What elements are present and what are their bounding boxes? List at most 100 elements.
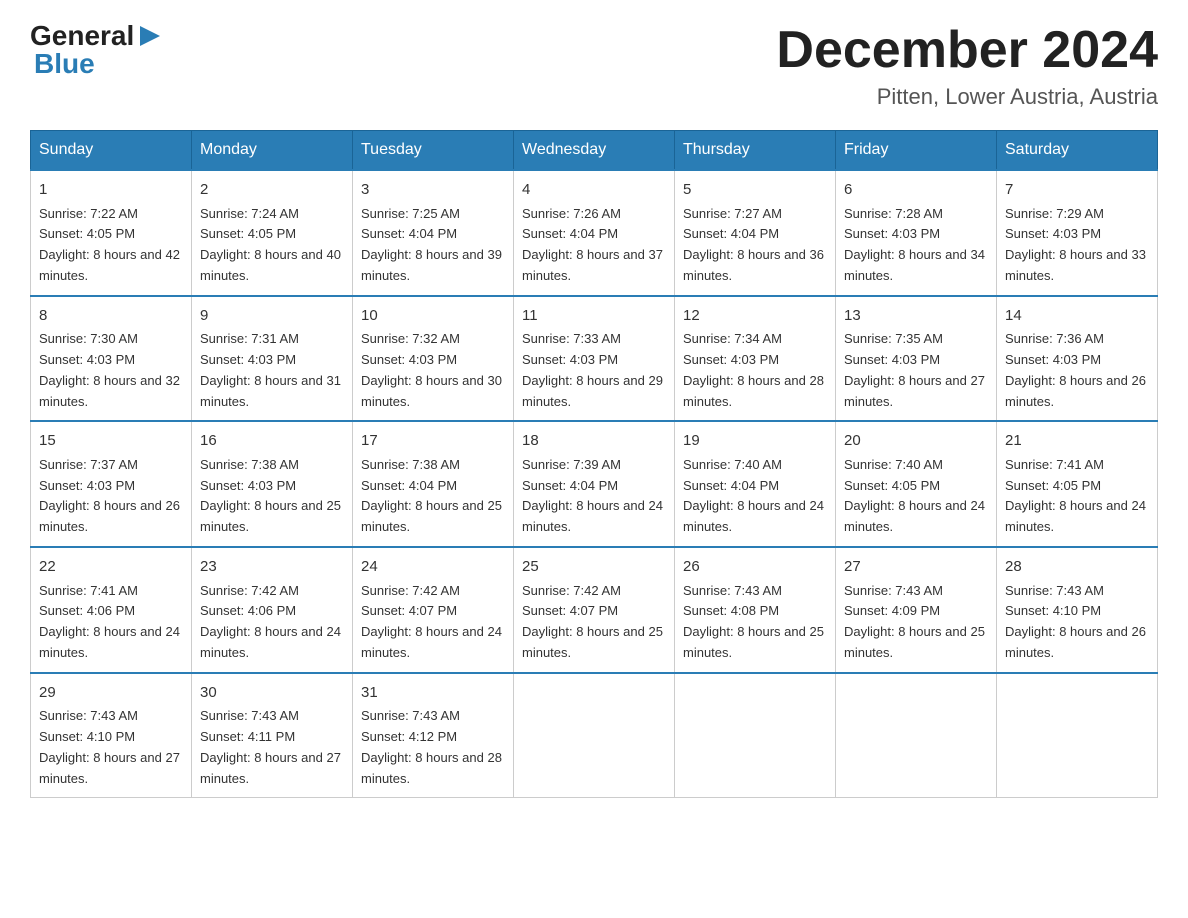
- calendar-cell: 17 Sunrise: 7:38 AM Sunset: 4:04 PM Dayl…: [353, 421, 514, 547]
- sunrise-label: Sunrise: 7:42 AM: [200, 583, 299, 598]
- day-number: 27: [844, 556, 988, 579]
- day-info: Sunrise: 7:29 AM Sunset: 4:03 PM Dayligh…: [1005, 204, 1149, 287]
- daylight-label: Daylight: 8 hours and 25 minutes.: [844, 624, 985, 660]
- day-info: Sunrise: 7:38 AM Sunset: 4:04 PM Dayligh…: [361, 455, 505, 538]
- sunset-label: Sunset: 4:07 PM: [522, 603, 618, 618]
- sunset-label: Sunset: 4:03 PM: [39, 352, 135, 367]
- calendar-cell: 26 Sunrise: 7:43 AM Sunset: 4:08 PM Dayl…: [675, 547, 836, 673]
- calendar-cell: 4 Sunrise: 7:26 AM Sunset: 4:04 PM Dayli…: [514, 170, 675, 296]
- sunset-label: Sunset: 4:08 PM: [683, 603, 779, 618]
- calendar-cell: 8 Sunrise: 7:30 AM Sunset: 4:03 PM Dayli…: [31, 296, 192, 422]
- sunrise-label: Sunrise: 7:22 AM: [39, 206, 138, 221]
- sunrise-label: Sunrise: 7:27 AM: [683, 206, 782, 221]
- day-number: 16: [200, 430, 344, 453]
- sunrise-label: Sunrise: 7:31 AM: [200, 331, 299, 346]
- daylight-label: Daylight: 8 hours and 25 minutes.: [200, 498, 341, 534]
- calendar-cell: 22 Sunrise: 7:41 AM Sunset: 4:06 PM Dayl…: [31, 547, 192, 673]
- sunrise-label: Sunrise: 7:28 AM: [844, 206, 943, 221]
- day-number: 15: [39, 430, 183, 453]
- day-number: 18: [522, 430, 666, 453]
- calendar-header: Sunday Monday Tuesday Wednesday Thursday…: [31, 131, 1158, 171]
- sunrise-label: Sunrise: 7:34 AM: [683, 331, 782, 346]
- sunrise-label: Sunrise: 7:43 AM: [361, 708, 460, 723]
- daylight-label: Daylight: 8 hours and 24 minutes.: [1005, 498, 1146, 534]
- calendar-table: Sunday Monday Tuesday Wednesday Thursday…: [30, 130, 1158, 798]
- calendar-cell: 23 Sunrise: 7:42 AM Sunset: 4:06 PM Dayl…: [192, 547, 353, 673]
- header-saturday: Saturday: [997, 131, 1158, 171]
- daylight-label: Daylight: 8 hours and 25 minutes.: [683, 624, 824, 660]
- calendar-cell: 6 Sunrise: 7:28 AM Sunset: 4:03 PM Dayli…: [836, 170, 997, 296]
- sunset-label: Sunset: 4:04 PM: [683, 226, 779, 241]
- header-tuesday: Tuesday: [353, 131, 514, 171]
- day-number: 1: [39, 179, 183, 202]
- sunrise-label: Sunrise: 7:43 AM: [683, 583, 782, 598]
- day-number: 8: [39, 305, 183, 328]
- calendar-cell: 21 Sunrise: 7:41 AM Sunset: 4:05 PM Dayl…: [997, 421, 1158, 547]
- daylight-label: Daylight: 8 hours and 26 minutes.: [39, 498, 180, 534]
- calendar-week-4: 22 Sunrise: 7:41 AM Sunset: 4:06 PM Dayl…: [31, 547, 1158, 673]
- calendar-cell: 30 Sunrise: 7:43 AM Sunset: 4:11 PM Dayl…: [192, 673, 353, 798]
- daylight-label: Daylight: 8 hours and 26 minutes.: [1005, 373, 1146, 409]
- sunset-label: Sunset: 4:03 PM: [1005, 352, 1101, 367]
- day-number: 6: [844, 179, 988, 202]
- calendar-cell: 20 Sunrise: 7:40 AM Sunset: 4:05 PM Dayl…: [836, 421, 997, 547]
- calendar-cell: 13 Sunrise: 7:35 AM Sunset: 4:03 PM Dayl…: [836, 296, 997, 422]
- day-number: 9: [200, 305, 344, 328]
- day-number: 19: [683, 430, 827, 453]
- calendar-cell: 3 Sunrise: 7:25 AM Sunset: 4:04 PM Dayli…: [353, 170, 514, 296]
- sunset-label: Sunset: 4:10 PM: [39, 729, 135, 744]
- day-number: 21: [1005, 430, 1149, 453]
- calendar-week-1: 1 Sunrise: 7:22 AM Sunset: 4:05 PM Dayli…: [31, 170, 1158, 296]
- day-info: Sunrise: 7:36 AM Sunset: 4:03 PM Dayligh…: [1005, 329, 1149, 412]
- day-number: 3: [361, 179, 505, 202]
- sunrise-label: Sunrise: 7:37 AM: [39, 457, 138, 472]
- page-header: General Blue December 2024 Pitten, Lower…: [30, 20, 1158, 110]
- sunrise-label: Sunrise: 7:35 AM: [844, 331, 943, 346]
- day-info: Sunrise: 7:24 AM Sunset: 4:05 PM Dayligh…: [200, 204, 344, 287]
- daylight-label: Daylight: 8 hours and 30 minutes.: [361, 373, 502, 409]
- sunrise-label: Sunrise: 7:30 AM: [39, 331, 138, 346]
- daylight-label: Daylight: 8 hours and 28 minutes.: [683, 373, 824, 409]
- day-info: Sunrise: 7:38 AM Sunset: 4:03 PM Dayligh…: [200, 455, 344, 538]
- day-number: 23: [200, 556, 344, 579]
- day-info: Sunrise: 7:31 AM Sunset: 4:03 PM Dayligh…: [200, 329, 344, 412]
- sunrise-label: Sunrise: 7:43 AM: [200, 708, 299, 723]
- sunrise-label: Sunrise: 7:38 AM: [361, 457, 460, 472]
- day-number: 22: [39, 556, 183, 579]
- daylight-label: Daylight: 8 hours and 36 minutes.: [683, 247, 824, 283]
- day-info: Sunrise: 7:28 AM Sunset: 4:03 PM Dayligh…: [844, 204, 988, 287]
- day-info: Sunrise: 7:41 AM Sunset: 4:05 PM Dayligh…: [1005, 455, 1149, 538]
- header-wednesday: Wednesday: [514, 131, 675, 171]
- daylight-label: Daylight: 8 hours and 40 minutes.: [200, 247, 341, 283]
- daylight-label: Daylight: 8 hours and 24 minutes.: [522, 498, 663, 534]
- day-number: 29: [39, 682, 183, 705]
- day-info: Sunrise: 7:40 AM Sunset: 4:04 PM Dayligh…: [683, 455, 827, 538]
- title-section: December 2024 Pitten, Lower Austria, Aus…: [776, 20, 1158, 110]
- daylight-label: Daylight: 8 hours and 28 minutes.: [361, 750, 502, 786]
- day-number: 26: [683, 556, 827, 579]
- daylight-label: Daylight: 8 hours and 34 minutes.: [844, 247, 985, 283]
- calendar-cell: 7 Sunrise: 7:29 AM Sunset: 4:03 PM Dayli…: [997, 170, 1158, 296]
- daylight-label: Daylight: 8 hours and 31 minutes.: [200, 373, 341, 409]
- sunrise-label: Sunrise: 7:32 AM: [361, 331, 460, 346]
- sunset-label: Sunset: 4:07 PM: [361, 603, 457, 618]
- sunset-label: Sunset: 4:03 PM: [683, 352, 779, 367]
- day-number: 20: [844, 430, 988, 453]
- sunset-label: Sunset: 4:04 PM: [683, 478, 779, 493]
- sunrise-label: Sunrise: 7:41 AM: [1005, 457, 1104, 472]
- day-info: Sunrise: 7:37 AM Sunset: 4:03 PM Dayligh…: [39, 455, 183, 538]
- day-info: Sunrise: 7:26 AM Sunset: 4:04 PM Dayligh…: [522, 204, 666, 287]
- calendar-cell: 1 Sunrise: 7:22 AM Sunset: 4:05 PM Dayli…: [31, 170, 192, 296]
- day-number: 11: [522, 305, 666, 328]
- sunset-label: Sunset: 4:05 PM: [1005, 478, 1101, 493]
- sunset-label: Sunset: 4:03 PM: [200, 352, 296, 367]
- day-number: 14: [1005, 305, 1149, 328]
- sunset-label: Sunset: 4:04 PM: [522, 478, 618, 493]
- day-number: 2: [200, 179, 344, 202]
- sunrise-label: Sunrise: 7:36 AM: [1005, 331, 1104, 346]
- sunrise-label: Sunrise: 7:43 AM: [1005, 583, 1104, 598]
- calendar-cell: 14 Sunrise: 7:36 AM Sunset: 4:03 PM Dayl…: [997, 296, 1158, 422]
- sunrise-label: Sunrise: 7:41 AM: [39, 583, 138, 598]
- sunrise-label: Sunrise: 7:42 AM: [522, 583, 621, 598]
- calendar-cell: 25 Sunrise: 7:42 AM Sunset: 4:07 PM Dayl…: [514, 547, 675, 673]
